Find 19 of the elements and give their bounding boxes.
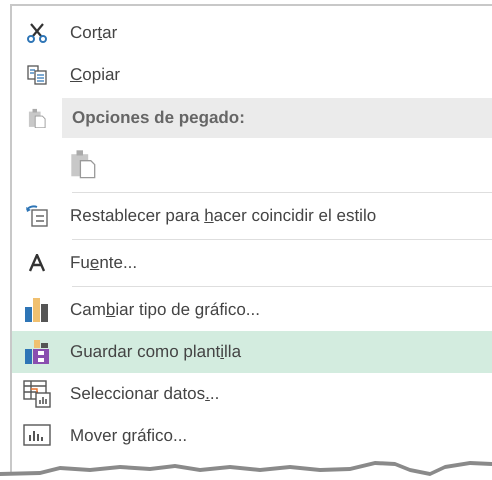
- menu-item[interactable]: Cambiar tipo de gráfico...: [12, 289, 492, 331]
- menu-item[interactable]: Fuente...: [12, 242, 492, 284]
- reset-style-icon: [25, 204, 49, 228]
- bar-chart-icon: [24, 297, 50, 323]
- menu-item[interactable]: Mover gráfico...: [12, 415, 492, 457]
- menu-item[interactable]: Seleccionar datos...: [12, 373, 492, 415]
- menu-item[interactable]: Cortar: [12, 12, 492, 54]
- section-header: Opciones de pegado:: [62, 98, 492, 138]
- move-chart-icon: [23, 424, 51, 448]
- paste-icon: [28, 108, 46, 128]
- menu-item[interactable]: Restablecer para hacer coincidir el estilo: [12, 195, 492, 237]
- paste-option-icon: [70, 149, 96, 179]
- copy-icon: [26, 64, 48, 86]
- menu-item[interactable]: Guardar como plantilla: [12, 331, 492, 373]
- font-icon: [28, 254, 46, 272]
- save-template-icon: [24, 339, 50, 365]
- scissors-icon: [26, 22, 48, 44]
- menu-item[interactable]: Copiar: [12, 54, 492, 96]
- select-data-icon: [23, 380, 51, 408]
